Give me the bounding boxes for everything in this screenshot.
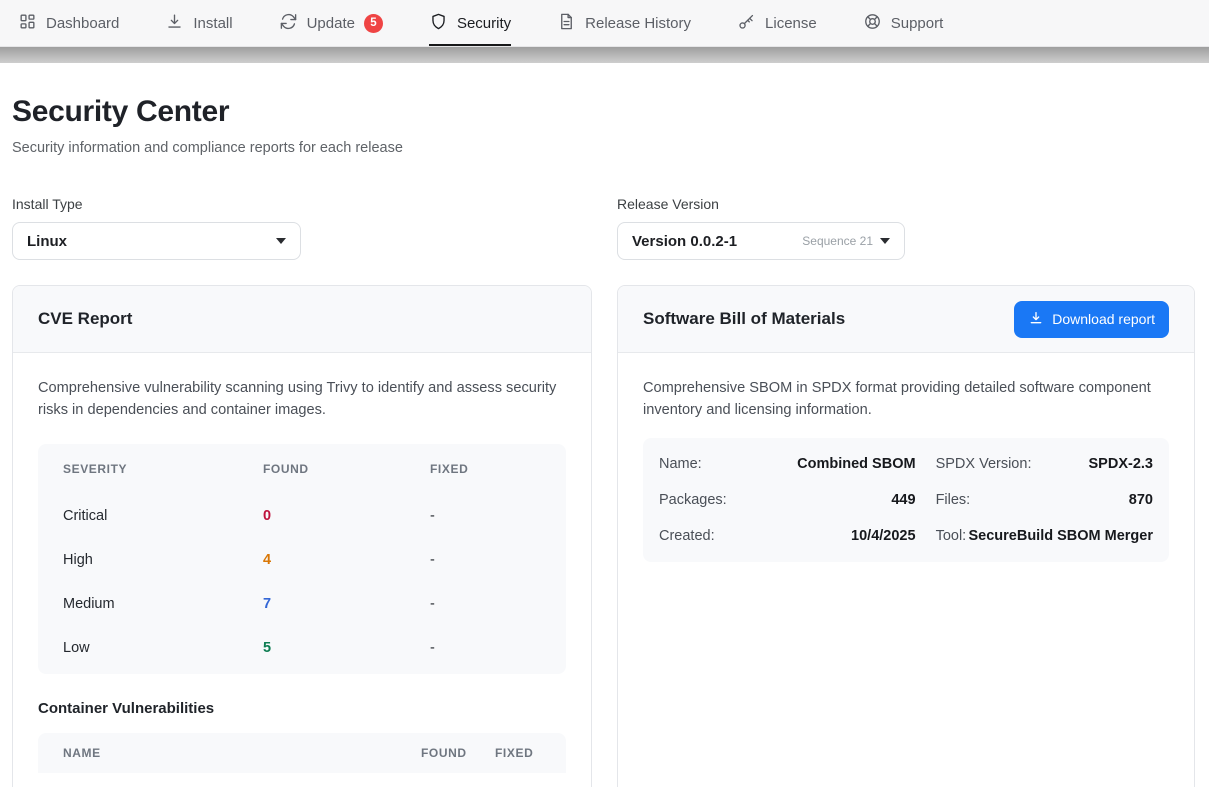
cve-card-header: CVE Report <box>13 286 591 353</box>
table-row: Low 5 - <box>38 626 566 670</box>
found-count: 0 <box>263 508 430 524</box>
release-version-filter: Release Version Version 0.0.2-1 Sequence… <box>617 196 905 260</box>
chevron-down-icon <box>880 238 890 244</box>
sbom-card: Software Bill of Materials Download repo… <box>617 285 1195 787</box>
nav-label: Security <box>457 15 511 32</box>
nav-label: Support <box>891 15 944 32</box>
severity-label: Low <box>63 640 263 656</box>
sbom-info-item: Files: 870 <box>936 482 1153 518</box>
cve-card-body: Comprehensive vulnerability scanning usi… <box>13 353 591 787</box>
info-label: SPDX Version: <box>936 456 1032 472</box>
sbom-info-item: Name: Combined SBOM <box>659 446 916 482</box>
severity-label: Critical <box>63 508 263 524</box>
info-value: SPDX-2.3 <box>1089 456 1153 472</box>
cve-card-title: CVE Report <box>38 309 132 329</box>
nav-label: Release History <box>585 15 691 32</box>
found-column-header: FOUND <box>421 746 483 760</box>
found-count: 5 <box>263 640 430 656</box>
release-version-select[interactable]: Version 0.0.2-1 Sequence 21 <box>617 222 905 260</box>
download-icon <box>1028 310 1044 329</box>
dashboard-icon <box>18 12 37 35</box>
container-vulnerabilities-table-header: NAME FOUND FIXED <box>38 733 566 773</box>
file-text-icon <box>557 12 576 35</box>
sbom-info-item: Tool: SecureBuild SBOM Merger <box>936 518 1153 554</box>
cve-report-card: CVE Report Comprehensive vulnerability s… <box>12 285 592 787</box>
severity-label: Medium <box>63 596 263 612</box>
nav-item-install[interactable]: Install <box>165 0 232 46</box>
name-column-header: NAME <box>63 746 421 760</box>
nav-item-update[interactable]: Update 5 <box>279 0 383 46</box>
page-title: Security Center <box>12 95 1197 129</box>
nav-label: License <box>765 15 817 32</box>
info-label: Created: <box>659 528 715 544</box>
info-label: Packages: <box>659 492 727 508</box>
shield-icon <box>429 12 448 35</box>
found-count: 7 <box>263 596 430 612</box>
info-value: SecureBuild SBOM Merger <box>968 528 1153 544</box>
sbom-info-item: SPDX Version: SPDX-2.3 <box>936 446 1153 482</box>
release-version-label: Release Version <box>617 196 905 212</box>
lifebuoy-icon <box>863 12 882 35</box>
fixed-count: - <box>430 552 541 568</box>
key-icon <box>737 12 756 35</box>
sbom-info-grid: Name: Combined SBOM SPDX Version: SPDX-2… <box>643 438 1169 562</box>
sbom-description: Comprehensive SBOM in SPDX format provid… <box>643 378 1169 422</box>
nav-label: Update <box>307 15 355 32</box>
info-value: 449 <box>891 492 915 508</box>
install-type-value: Linux <box>27 233 67 250</box>
main-content: Security Center Security information and… <box>0 95 1209 787</box>
sbom-card-header: Software Bill of Materials Download repo… <box>618 286 1194 353</box>
cards-row: CVE Report Comprehensive vulnerability s… <box>12 285 1197 787</box>
sbom-card-body: Comprehensive SBOM in SPDX format provid… <box>618 353 1194 587</box>
table-row: High 4 - <box>38 538 566 582</box>
release-version-value: Version 0.0.2-1 <box>632 233 737 250</box>
fixed-count: - <box>430 596 541 612</box>
download-icon <box>165 12 184 35</box>
found-count: 4 <box>263 552 430 568</box>
install-type-label: Install Type <box>12 196 301 212</box>
severity-column-header: SEVERITY <box>63 462 263 476</box>
container-vulnerabilities-title: Container Vulnerabilities <box>38 700 566 717</box>
fixed-count: - <box>430 508 541 524</box>
refresh-icon <box>279 12 298 35</box>
page-subtitle: Security information and compliance repo… <box>12 140 1197 156</box>
severity-label: High <box>63 552 263 568</box>
table-row: Critical 0 - <box>38 494 566 538</box>
info-value: Combined SBOM <box>797 456 915 472</box>
sbom-info-item: Created: 10/4/2025 <box>659 518 916 554</box>
severity-table-header: SEVERITY FOUND FIXED <box>38 444 566 494</box>
nav-item-support[interactable]: Support <box>863 0 944 46</box>
chevron-down-icon <box>276 238 286 244</box>
info-label: Tool: <box>936 528 967 544</box>
filters-row: Install Type Linux Release Version Versi… <box>12 196 1197 260</box>
sbom-card-title: Software Bill of Materials <box>643 309 845 329</box>
info-label: Name: <box>659 456 702 472</box>
fixed-count: - <box>430 640 541 656</box>
scroll-shadow-band <box>0 47 1209 63</box>
download-report-button[interactable]: Download report <box>1014 301 1169 338</box>
info-value: 10/4/2025 <box>851 528 916 544</box>
info-label: Files: <box>936 492 971 508</box>
nav-item-security[interactable]: Security <box>429 0 511 46</box>
sequence-label: Sequence 21 <box>802 234 873 248</box>
sbom-info-item: Packages: 449 <box>659 482 916 518</box>
update-count-badge: 5 <box>364 14 383 33</box>
nav-label: Dashboard <box>46 15 119 32</box>
table-row: Medium 7 - <box>38 582 566 626</box>
fixed-column-header: FIXED <box>495 746 541 760</box>
severity-table: SEVERITY FOUND FIXED Critical 0 - High 4… <box>38 444 566 674</box>
download-report-label: Download report <box>1052 311 1155 327</box>
info-value: 870 <box>1129 492 1153 508</box>
nav-label: Install <box>193 15 232 32</box>
fixed-column-header: FIXED <box>430 462 541 476</box>
install-type-filter: Install Type Linux <box>12 196 301 260</box>
nav-item-release-history[interactable]: Release History <box>557 0 691 46</box>
top-nav: Dashboard Install Update 5 Security Rele… <box>0 0 1209 47</box>
nav-item-license[interactable]: License <box>737 0 817 46</box>
install-type-select[interactable]: Linux <box>12 222 301 260</box>
cve-description: Comprehensive vulnerability scanning usi… <box>38 378 566 422</box>
found-column-header: FOUND <box>263 462 430 476</box>
nav-item-dashboard[interactable]: Dashboard <box>18 0 119 46</box>
